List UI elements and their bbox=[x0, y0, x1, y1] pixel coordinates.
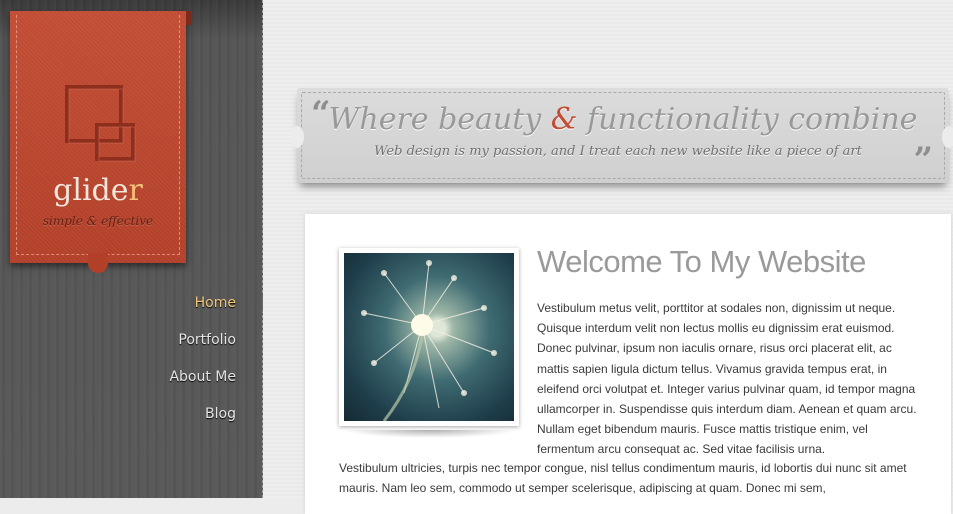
content-panel: Welcome To My Website Vestibulum metus v… bbox=[305, 214, 951, 514]
dandelion-illustration bbox=[361, 260, 497, 421]
logo-squares-icon bbox=[65, 85, 136, 162]
nav-item-blog[interactable]: Blog bbox=[0, 396, 262, 433]
sidebar: glider simple & effective Home Portfolio… bbox=[0, 0, 263, 498]
logo-word-main: glide bbox=[53, 173, 129, 208]
content-paragraph-2: Vestibulum ultricies, turpis nec tempor … bbox=[339, 461, 907, 496]
logo-wordmark: glider bbox=[10, 173, 186, 208]
nav-item-portfolio[interactable]: Portfolio bbox=[0, 322, 262, 359]
dandelion-photo bbox=[344, 253, 514, 421]
banner-subtitle: Web design is my passion, and I treat ea… bbox=[374, 144, 862, 159]
content-paragraph-1: Vestibulum metus velit, porttitor at sod… bbox=[537, 301, 917, 457]
ribbon-fold bbox=[186, 11, 192, 25]
photo-frame bbox=[339, 248, 519, 426]
page-heading: Welcome To My Website bbox=[537, 244, 866, 279]
logo-ribbon[interactable]: glider simple & effective bbox=[10, 11, 192, 273]
photo-shadow bbox=[343, 430, 517, 438]
main-nav: Home Portfolio About Me Blog bbox=[0, 285, 262, 433]
nav-item-home[interactable]: Home bbox=[0, 285, 262, 322]
ribbon-notch bbox=[88, 253, 108, 273]
main-area: “ Where beauty & functionality combine W… bbox=[263, 0, 953, 514]
logo-tagline: simple & effective bbox=[42, 214, 154, 228]
banner-title: Where beauty & functionality combine bbox=[297, 102, 949, 137]
banner-title-ampersand: & bbox=[550, 102, 578, 137]
nav-item-about-me[interactable]: About Me bbox=[0, 359, 262, 396]
banner-title-before: Where beauty bbox=[328, 102, 551, 137]
tagline-banner: “ Where beauty & functionality combine W… bbox=[290, 88, 953, 183]
close-quote-icon: ” bbox=[913, 140, 933, 180]
logo-word-accent: r bbox=[128, 173, 143, 208]
banner-title-after: functionality combine bbox=[577, 102, 918, 137]
